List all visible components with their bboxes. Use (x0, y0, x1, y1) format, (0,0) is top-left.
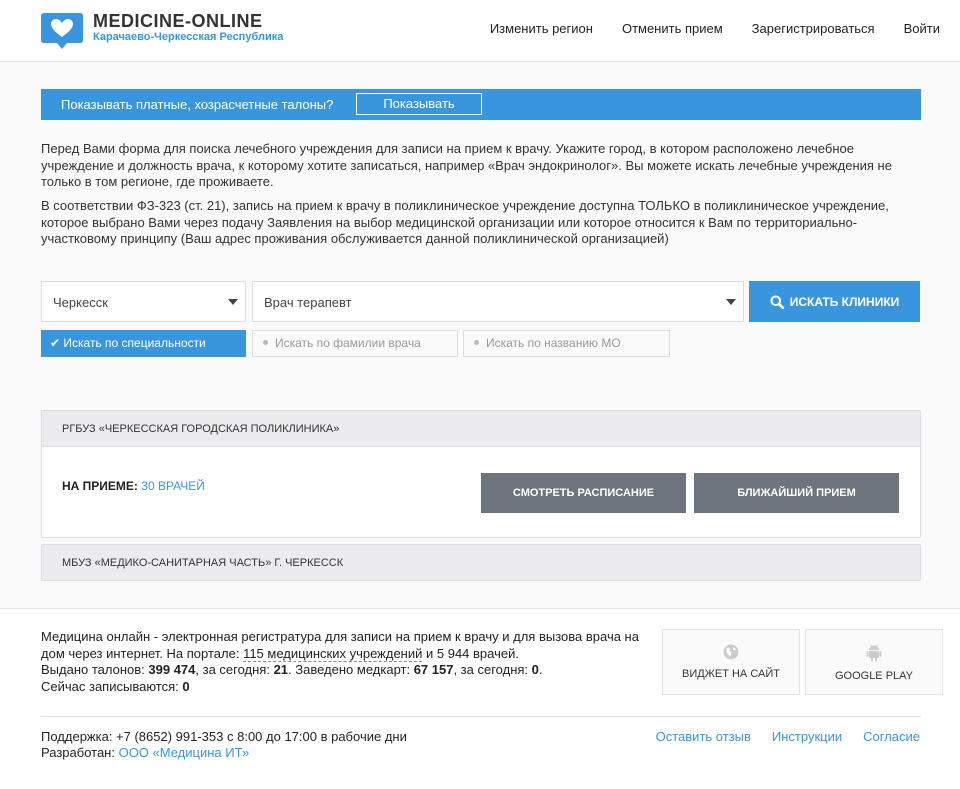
cards-label: . Заведено медкарт: (288, 662, 414, 677)
institutions-count: 115 медицинских учреждений (243, 645, 423, 662)
chevron-down-icon (726, 299, 736, 305)
clinic-name[interactable]: РГБУЗ «ЧЕРКЕССКАЯ ГОРОДСКАЯ ПОЛИКЛИНИКА» (42, 411, 920, 447)
on-reception-label: НА ПРИЕМЕ: (62, 479, 138, 493)
developer-label: Разработан: (41, 745, 119, 760)
mode-by-specialty-label: Искать по специальности (63, 336, 206, 350)
footer-description: Медицина онлайн - электронная регистрату… (41, 629, 639, 694)
support-phone: Поддержка: +7 (8652) 991-353 с 8:00 до 1… (41, 729, 407, 744)
nav-cancel-appointment[interactable]: Отменить прием (622, 21, 723, 36)
paid-tickets-bar: Показывать платные, хозрасчетные талоны?… (41, 89, 921, 120)
footer-links: Оставить отзыв Инструкции Согласие (656, 729, 920, 744)
nav-register[interactable]: Зарегистрироваться (752, 21, 875, 36)
paid-tickets-label: Показывать платные, хозрасчетные талоны? (61, 97, 334, 112)
city-select[interactable]: Черкесск (41, 281, 246, 322)
google-play-button[interactable]: GOOGLE PLAY (805, 629, 943, 695)
clinic-card: МБУЗ «МЕДИКО-САНИТАРНАЯ ЧАСТЬ» Г. ЧЕРКЕС… (41, 544, 921, 581)
footer: Медицина онлайн - электронная регистрату… (0, 608, 960, 789)
consent-link[interactable]: Согласие (863, 729, 920, 744)
mode-by-specialty[interactable]: ✔ Искать по специальности (41, 330, 246, 357)
info-paragraph-2: В соответствии ФЗ-323 (ст. 21), запись н… (41, 198, 889, 246)
heart-logo-icon[interactable] (41, 13, 83, 52)
widget-button[interactable]: ВИДЖЕТ НА САЙТ (662, 629, 800, 695)
check-icon: ✔ (50, 336, 61, 350)
doctor-select-value: Врач терапевт (264, 295, 352, 310)
widget-button-label: ВИДЖЕТ НА САЙТ (682, 668, 780, 680)
today-label: , за сегодня: (195, 662, 274, 677)
clinic-card: РГБУЗ «ЧЕРКЕССКАЯ ГОРОДСКАЯ ПОЛИКЛИНИКА»… (41, 410, 921, 538)
view-schedule-button[interactable]: СМОТРЕТЬ РАСПИСАНИЕ (481, 473, 686, 513)
top-nav: Изменить регион Отменить прием Зарегистр… (490, 21, 940, 36)
footer-support: Поддержка: +7 (8652) 991-353 с 8:00 до 1… (41, 729, 407, 761)
footer-divider (41, 716, 921, 717)
tickets-today-count: 21 (273, 662, 289, 677)
feedback-link[interactable]: Оставить отзыв (656, 729, 751, 744)
footer-desc-text: и 5 944 врачей. (422, 645, 519, 661)
on-reception: НА ПРИЕМЕ: 30 ВРАЧЕЙ (62, 479, 205, 493)
info-paragraph-1: Перед Вами форма для поиска лечебного уч… (41, 141, 892, 189)
android-icon (866, 644, 882, 662)
main-content: Показывать платные, хозрасчетные талоны?… (0, 62, 960, 608)
cards-today-label: , за сегодня: (453, 662, 532, 677)
radio-dot-icon (474, 340, 479, 346)
nearest-appointment-button[interactable]: БЛИЖАЙШИЙ ПРИЕМ (694, 473, 899, 513)
now-count: 0 (182, 678, 190, 694)
nav-change-region[interactable]: Изменить регион (490, 21, 593, 36)
cards-today-count: 0 (531, 662, 539, 677)
radio-dot-icon (263, 340, 268, 346)
show-paid-button[interactable]: Показывать (356, 93, 482, 115)
mode-by-doctor-name[interactable]: Искать по фамилии врача (252, 330, 458, 357)
header: MEDICINE-ONLINE Карачаево-Черкесская Рес… (0, 0, 960, 62)
globe-icon (723, 644, 739, 660)
mode-by-mo-name[interactable]: Искать по названию МО (463, 330, 670, 357)
city-select-value: Черкесск (53, 295, 108, 310)
now-label: Сейчас записываются: (41, 678, 183, 694)
clinic-name[interactable]: МБУЗ «МЕДИКО-САНИТАРНАЯ ЧАСТЬ» Г. ЧЕРКЕС… (42, 545, 920, 580)
tickets-count: 399 474 (148, 662, 196, 677)
doctors-count-link[interactable]: 30 ВРАЧЕЙ (141, 479, 205, 493)
site-title[interactable]: MEDICINE-ONLINE (93, 11, 263, 32)
doctor-select[interactable]: Врач терапевт (252, 281, 744, 322)
mode-by-mo-name-label: Искать по названию МО (486, 336, 621, 350)
instructions-link[interactable]: Инструкции (772, 729, 842, 744)
tickets-label: Выдано талонов: (41, 662, 149, 677)
mode-by-doctor-name-label: Искать по фамилии врача (275, 336, 421, 350)
nav-login[interactable]: Войти (904, 21, 940, 36)
search-icon (770, 295, 784, 309)
search-clinics-label: ИСКАТЬ КЛИНИКИ (789, 294, 900, 309)
region-name: Карачаево-Черкесская Республика (93, 31, 284, 43)
google-play-label: GOOGLE PLAY (834, 670, 914, 682)
developer-link[interactable]: ООО «Медицина ИТ» (119, 745, 250, 760)
search-clinics-button[interactable]: ИСКАТЬ КЛИНИКИ (749, 281, 920, 322)
cards-count: 67 157 (413, 662, 454, 677)
chevron-down-icon (228, 299, 238, 305)
